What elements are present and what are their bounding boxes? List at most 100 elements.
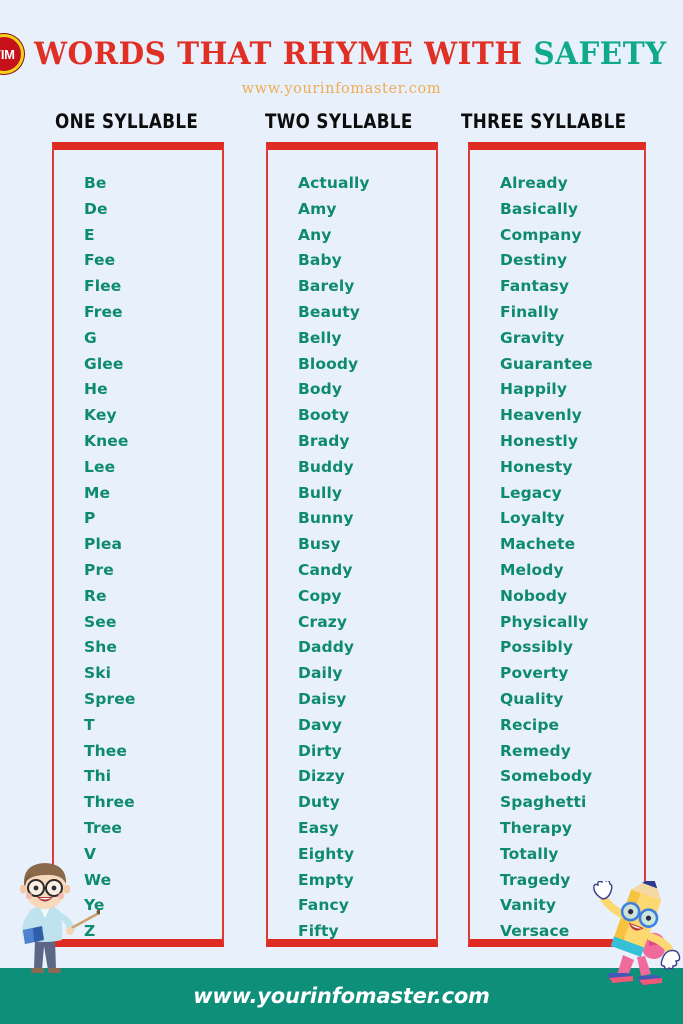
teacher-with-pointer-illustration xyxy=(19,863,100,973)
word-list-item: Gravity xyxy=(500,328,565,347)
column-heading-three-syllable: THREE SYLLABLE xyxy=(461,110,627,133)
word-list-item: Plea xyxy=(84,535,123,554)
word-list-item: Poverty xyxy=(500,664,569,683)
page-title-red-part: WORDS THAT RHYME WITH xyxy=(33,35,533,72)
word-list-item: Remedy xyxy=(500,741,571,760)
word-list-item: Flee xyxy=(84,277,122,296)
word-list-three-syllable: Already Basically Company Destiny Fantasy Fin… xyxy=(470,150,644,945)
word-list-item: Beauty xyxy=(298,302,360,321)
word-list-item: Candy xyxy=(298,560,353,579)
word-list-item: Nobody xyxy=(500,586,568,605)
word-list-item: G xyxy=(84,328,97,347)
column-heading-two-syllable: TWO SYLLABLE xyxy=(265,110,413,133)
word-list-item: Daily xyxy=(298,664,343,683)
word-list-item: Finally xyxy=(500,302,559,321)
header-website-url: www.yourinfomaster.com xyxy=(241,81,442,97)
word-list-item: Body xyxy=(298,380,343,399)
word-list-item: Empty xyxy=(298,870,354,889)
word-list-item: V xyxy=(84,844,97,863)
word-list-item: Bunny xyxy=(298,509,354,528)
word-list-item: Re xyxy=(84,586,107,605)
word-list-item: T xyxy=(84,715,95,734)
word-list-item: Melody xyxy=(500,560,564,579)
word-list-item: Loyalty xyxy=(500,509,565,528)
word-list-item: Daisy xyxy=(298,689,347,708)
page-title: WORDS THAT RHYME WITH SAFETY xyxy=(33,35,667,72)
word-list-item: Be xyxy=(84,174,107,192)
word-list-item: Bloody xyxy=(298,354,359,373)
word-list-item: Actually xyxy=(298,174,370,192)
word-list-item: De xyxy=(84,199,108,218)
logo-text: YIM xyxy=(0,46,15,62)
poster-page: YIM WORDS THAT RHYME WITH SAFETY www.you… xyxy=(0,0,683,1024)
pencil-character-illustration xyxy=(593,881,681,985)
word-list-item: Basically xyxy=(500,199,579,218)
word-list-item: Guarantee xyxy=(500,354,593,373)
word-list-item: Fifty xyxy=(298,922,339,941)
word-list-item: Happily xyxy=(500,380,568,399)
word-list-item: Spaghetti xyxy=(500,793,587,812)
word-list-item: Copy xyxy=(298,586,342,605)
word-list-item: Legacy xyxy=(500,483,562,502)
word-list-item: Bully xyxy=(298,483,343,502)
word-list-item: Glee xyxy=(84,354,124,373)
word-list-item: Me xyxy=(84,483,111,502)
word-list-item: Company xyxy=(500,225,582,244)
word-list-item: Booty xyxy=(298,406,350,425)
word-list-item: Pre xyxy=(84,560,114,579)
word-list-item: Busy xyxy=(298,535,341,554)
word-list-two-syllable: Actually Amy Any Baby Barely Beauty Belly Blood… xyxy=(268,150,436,945)
word-list-item: Fantasy xyxy=(500,277,570,296)
word-list-item: Honesty xyxy=(500,457,573,476)
word-list-item: Thee xyxy=(84,741,128,760)
word-list-item: She xyxy=(84,638,118,657)
word-list-item: Dirty xyxy=(298,741,342,760)
word-list-item: Z xyxy=(84,922,96,941)
word-list-item: Any xyxy=(298,225,332,244)
word-list-item: Davy xyxy=(298,715,342,734)
column-headings: ONE SYLLABLE TWO SYLLABLE THREE SYLLABLE xyxy=(0,110,683,136)
word-list-item: Easy xyxy=(298,818,339,837)
word-list-item: Eighty xyxy=(298,844,355,863)
footer-bar: www.yourinfomaster.com xyxy=(0,968,683,1024)
word-list-item: Belly xyxy=(298,328,342,347)
word-list-item: Heavenly xyxy=(500,406,582,425)
yim-logo-icon: YIM xyxy=(0,34,24,74)
word-list-one-syllable: Be De E Fee Flee Free G Glee He Key Knee Lee Me P Plea… xyxy=(54,150,222,945)
word-list-item: Quality xyxy=(500,689,564,708)
word-list-item: Amy xyxy=(298,199,337,218)
word-list-item: Fancy xyxy=(298,896,349,915)
word-column-three-syllable: Already Basically Company Destiny Fantasy Fin… xyxy=(468,142,646,947)
word-list-item: Duty xyxy=(298,793,340,812)
word-list-item: He xyxy=(84,380,108,399)
word-column-two-syllable: Actually Amy Any Baby Barely Beauty Belly Blood… xyxy=(266,142,438,947)
word-list-item: Thi xyxy=(84,767,112,786)
word-list-item: Therapy xyxy=(500,818,573,837)
footer-website-url: www.yourinfomaster.com xyxy=(193,984,490,1008)
word-list-item: Totally xyxy=(500,844,559,863)
word-list-item: Knee xyxy=(84,431,129,450)
word-list-item: Already xyxy=(500,174,568,192)
word-list-item: Free xyxy=(84,302,123,321)
word-list-item: Ski xyxy=(84,664,112,683)
word-list-item: E xyxy=(84,225,95,244)
word-list-item: Honestly xyxy=(500,431,579,450)
word-list-item: Destiny xyxy=(500,251,568,270)
word-list-item: Crazy xyxy=(298,612,348,631)
column-heading-one-syllable: ONE SYLLABLE xyxy=(55,110,199,133)
word-list-item: We xyxy=(84,870,112,889)
word-list-item: Barely xyxy=(298,277,355,296)
word-list-item: Brady xyxy=(298,431,350,450)
word-list-item: Key xyxy=(84,406,117,425)
word-list-item: Machete xyxy=(500,535,576,554)
word-list-item: Tree xyxy=(84,818,122,837)
word-list-item: Daddy xyxy=(298,638,355,657)
word-list-item: Fee xyxy=(84,251,116,270)
word-column-one-syllable: Be De E Fee Flee Free G Glee He Key Knee Lee Me P Plea… xyxy=(52,142,224,947)
word-list-item: Physically xyxy=(500,612,589,631)
word-list-item: Spree xyxy=(84,689,136,708)
word-list-item: Ye xyxy=(84,896,105,915)
page-title-teal-part: SAFETY xyxy=(532,35,667,72)
word-list-item: Somebody xyxy=(500,767,593,786)
word-list-item: Buddy xyxy=(298,457,354,476)
